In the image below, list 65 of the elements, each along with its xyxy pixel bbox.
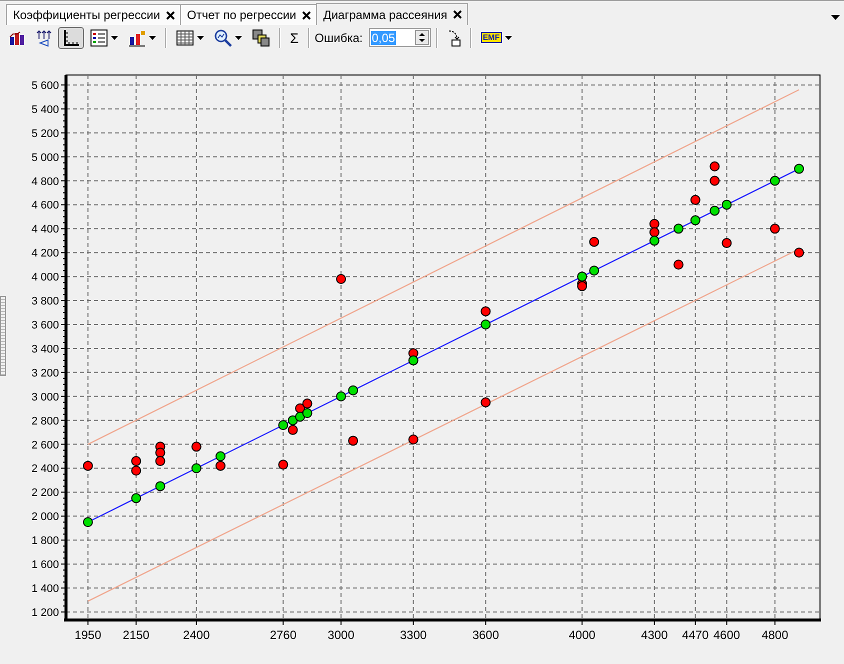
tab-label: Коэффициенты регрессии — [13, 8, 160, 22]
x-tick-label: 4800 — [762, 628, 788, 642]
table-icon — [176, 30, 194, 46]
caret-icon[interactable] — [831, 15, 840, 20]
axes-icon — [62, 28, 80, 46]
x-tick-label: 4300 — [641, 628, 668, 642]
y-tick-label: 2 800 — [31, 415, 59, 428]
x-tick-label: 1950 — [74, 628, 102, 642]
x-tick-label: 2760 — [270, 628, 297, 642]
y-tick-label: 3 000 — [31, 391, 59, 404]
splitter-handle[interactable] — [0, 296, 6, 376]
bar-chart-icon — [8, 28, 26, 46]
y-tick-label: 4 800 — [31, 176, 59, 188]
emf-export-button[interactable]: EMF — [476, 26, 516, 48]
bar-chart-icon — [128, 28, 146, 46]
y-tick-label: 2 000 — [31, 511, 59, 524]
y-tick-label: 1 800 — [31, 535, 59, 548]
x-tick-label: 4000 — [568, 628, 596, 642]
caret-icon — [235, 36, 242, 40]
tab-label: Диаграмма рассеяния — [323, 8, 448, 22]
tab[interactable]: Диаграмма рассеяния — [316, 3, 468, 25]
toolbar-button[interactable] — [58, 26, 84, 48]
y-tick-label: 1 200 — [31, 606, 59, 619]
tab-label: Отчет по регрессии — [187, 8, 296, 22]
zoom-icon — [214, 28, 232, 46]
y-tick-label: 5 000 — [31, 152, 59, 164]
close-icon[interactable] — [453, 10, 462, 19]
y-tick-label: 4 000 — [31, 272, 59, 284]
caret-icon — [504, 36, 512, 40]
caret-icon — [197, 36, 204, 40]
y-tick-label: 2 400 — [31, 463, 59, 476]
layers-icon — [252, 28, 270, 46]
spinner-icon[interactable] — [414, 30, 429, 45]
x-tick-label: 2150 — [122, 628, 150, 642]
y-tick-label: 1 600 — [31, 559, 59, 572]
tab[interactable]: Отчет по регрессии — [180, 4, 318, 25]
y-tick-label: 5 600 — [31, 80, 59, 92]
y-tick-label: 4 400 — [31, 224, 59, 236]
close-icon[interactable] — [302, 10, 312, 20]
x-tick-label: 4600 — [713, 628, 740, 642]
y-tick-label: 3 800 — [31, 296, 59, 308]
caret-icon — [149, 36, 156, 40]
x-tick-label: 3000 — [328, 628, 354, 642]
y-tick-label: 3 600 — [31, 320, 59, 332]
y-tick-label: 5 200 — [31, 128, 59, 140]
y-tick-label: 5 400 — [31, 104, 59, 116]
sum-button[interactable]: Σ — [286, 26, 303, 48]
y-tick-label: 3 200 — [31, 367, 59, 380]
tab[interactable]: Коэффициенты регрессии — [6, 4, 182, 25]
x-tick-label: 3300 — [400, 628, 427, 642]
caret-icon — [111, 36, 118, 40]
y-tick-label: 3 400 — [31, 343, 59, 356]
x-tick-label: 3600 — [472, 628, 500, 642]
y-tick-label: 1 400 — [31, 583, 59, 596]
x-tick-label: 2400 — [183, 628, 210, 642]
legend-list-icon — [90, 28, 108, 46]
y-tick-label: 2 200 — [31, 487, 59, 500]
close-icon[interactable] — [166, 10, 176, 20]
x-tick-label: 4470 — [682, 628, 709, 642]
error-label: Ошибка: — [314, 30, 363, 44]
y-tick-label: 2 600 — [31, 439, 59, 452]
sort-arrows-icon — [36, 28, 52, 46]
export-icon — [446, 28, 461, 46]
y-tick-label: 4 600 — [31, 200, 59, 212]
y-tick-label: 4 200 — [31, 248, 59, 260]
